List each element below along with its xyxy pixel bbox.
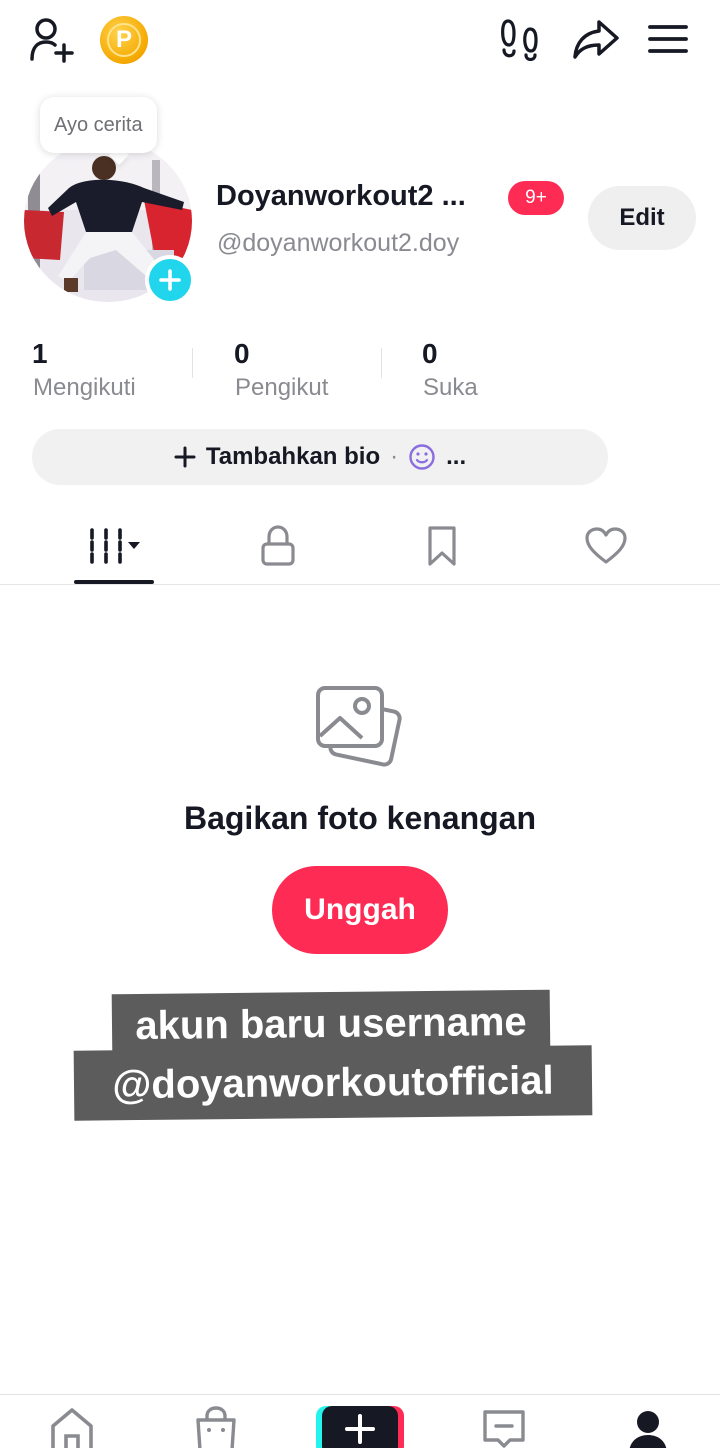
tab-private[interactable]: [238, 515, 318, 577]
bio-separator: ·: [390, 443, 399, 470]
notification-badge[interactable]: 9+: [508, 181, 564, 215]
heart-icon: [585, 527, 627, 564]
tab-saved[interactable]: [402, 515, 482, 577]
followers-label: Pengikut: [235, 374, 329, 401]
inbox-icon: [483, 1410, 525, 1448]
story-bubble[interactable]: Ayo cerita: [40, 97, 157, 153]
edit-profile-button[interactable]: Edit: [588, 186, 696, 250]
nav-shop[interactable]: [186, 1404, 246, 1448]
share-profile-button[interactable]: [570, 14, 622, 64]
grid-videos-icon: [90, 528, 140, 564]
footprints-icon: [501, 19, 538, 61]
person-plus-icon: [30, 18, 74, 63]
username-handle: @doyanworkout2.doy: [217, 229, 460, 257]
bio-more: ...: [446, 443, 467, 470]
create-button-face: [322, 1406, 398, 1448]
stat-divider: [192, 348, 193, 378]
plus-icon: [174, 446, 196, 468]
create-plus-icon: [345, 1414, 375, 1444]
menu-button[interactable]: [644, 14, 692, 64]
add-bio-label: Tambahkan bio: [205, 443, 381, 470]
profile-icon: [629, 1411, 667, 1448]
display-name: Doyanworkout2 ...: [216, 180, 466, 212]
stat-divider: [381, 348, 382, 378]
footprints-button[interactable]: [496, 14, 544, 64]
likes-label: Suka: [423, 374, 478, 401]
nav-inbox[interactable]: [474, 1404, 534, 1448]
bookmark-icon: [428, 526, 456, 566]
following-count: 1: [32, 338, 48, 369]
upload-button[interactable]: Unggah: [272, 866, 448, 954]
create-button[interactable]: [316, 1406, 404, 1448]
following-label: Mengikuti: [33, 374, 136, 401]
smiley-icon: [409, 444, 435, 470]
tab-videos[interactable]: [74, 515, 154, 577]
hamburger-menu-icon: [648, 25, 688, 53]
tabs-divider: [0, 584, 720, 585]
lock-icon: [261, 525, 295, 566]
tab-liked[interactable]: [566, 515, 646, 577]
home-icon: [51, 1408, 93, 1448]
share-arrow-icon: [573, 20, 619, 59]
likes-count: 0: [422, 338, 438, 369]
nav-home[interactable]: [42, 1404, 102, 1448]
photo-stack-icon: [316, 686, 402, 767]
add-story-button[interactable]: [145, 255, 195, 305]
caption-line-2: @doyanworkoutofficial: [73, 1045, 593, 1121]
followers-count: 0: [234, 338, 250, 369]
nav-profile[interactable]: [618, 1404, 678, 1448]
empty-state-title: Bagikan foto kenangan: [183, 800, 537, 836]
coin-p-icon: P: [107, 23, 141, 57]
coins-button[interactable]: P: [100, 16, 148, 64]
plus-icon: [159, 269, 181, 291]
add-bio-button[interactable]: Tambahkan bio · ...: [32, 429, 608, 485]
shop-bag-icon: [196, 1406, 236, 1448]
bottom-nav-divider: [0, 1394, 720, 1395]
add-friend-button[interactable]: [24, 14, 78, 64]
